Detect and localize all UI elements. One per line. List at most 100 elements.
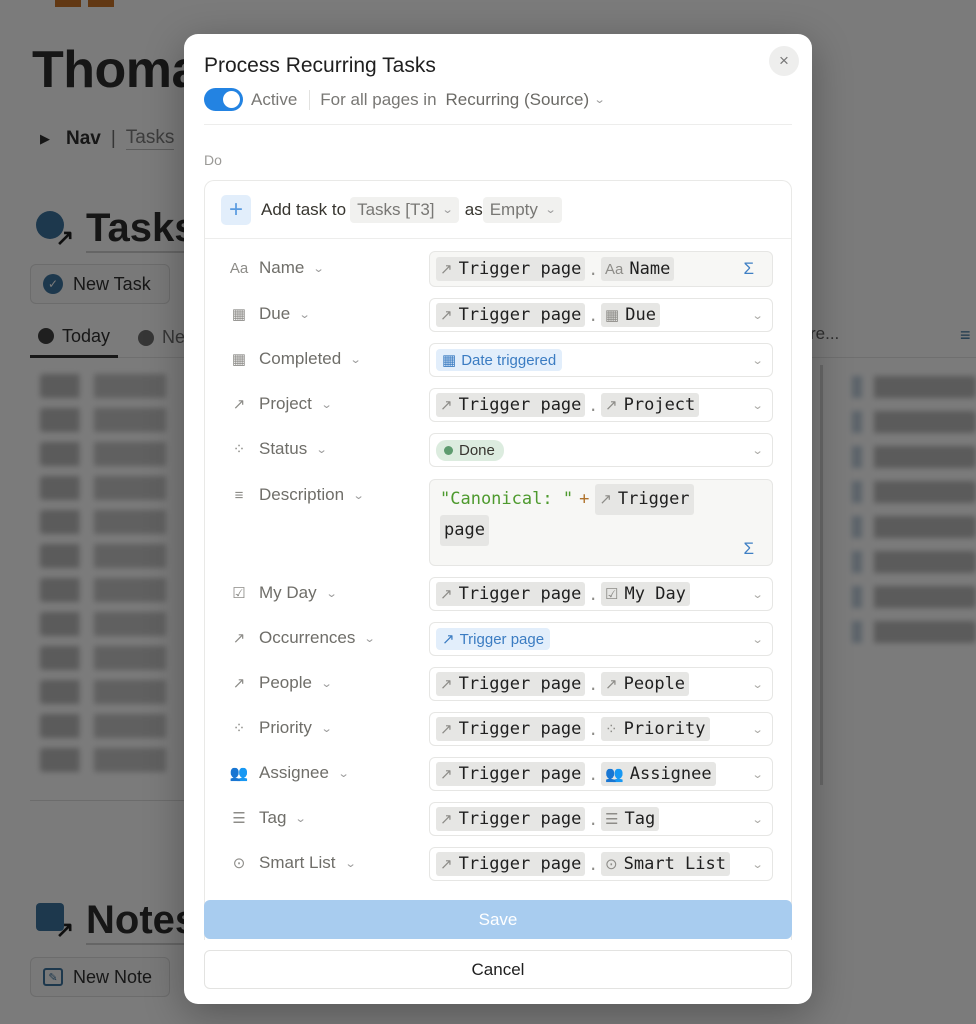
property-value-smart-list[interactable]: ↗ Trigger page. ⊙ Smart List ⌄ — [429, 847, 773, 881]
chevron-down-icon: ⌄ — [751, 399, 764, 412]
list-icon: ☰ — [605, 811, 619, 828]
property-value-tag[interactable]: ↗ Trigger page. ☰ Tag ⌄ — [429, 802, 773, 836]
property-value-description[interactable]: "Canonical: " + ↗ Trigger page Σ — [429, 479, 773, 566]
relation-icon: ↗ — [440, 766, 453, 783]
trigger-page-token: ↗ Trigger page — [436, 852, 586, 876]
property-label-people[interactable]: ↗ People ⌄ — [229, 673, 333, 693]
relation-icon: ↗ — [440, 811, 453, 828]
relation-icon: ↗ — [440, 586, 453, 603]
plus-icon: + — [228, 195, 243, 223]
status-dot-icon — [444, 445, 453, 455]
chevron-down-icon: ⌄ — [344, 857, 357, 870]
property-label-description[interactable]: ≡ Description ⌄ — [229, 485, 365, 505]
property-value-people[interactable]: ↗ Trigger page. ↗ People ⌄ — [429, 667, 773, 701]
calendar-icon: ▦ — [605, 307, 620, 324]
target-property-token: ⊙ Smart List — [601, 852, 730, 876]
target-property-label: Priority — [623, 719, 706, 739]
property-value-assignee[interactable]: ↗ Trigger page. 👥 Assignee ⌄ — [429, 757, 773, 791]
relation-icon: ↗ — [605, 397, 618, 414]
save-button[interactable]: Save — [204, 900, 792, 939]
trigger-page-token-label: Trigger page — [458, 259, 582, 279]
property-accessor-dot: . — [588, 259, 599, 279]
chevron-down-icon: ⌄ — [441, 204, 454, 216]
formula-operator: + — [579, 489, 590, 509]
property-value-status[interactable]: Done ⌄ — [429, 433, 773, 467]
property-name: People — [259, 673, 312, 692]
property-value-name[interactable]: ↗ Trigger page. Aa Name Σ — [429, 251, 773, 287]
target-property-token: ↗ Project — [601, 393, 700, 417]
target-property-token: ↗ People — [601, 672, 690, 696]
status-badge: Done — [436, 439, 504, 461]
chevron-down-icon: ⌄ — [325, 587, 338, 600]
chevron-down-icon: ⌄ — [593, 94, 606, 106]
automation-meta: Active For all pages in Recurring (Sourc… — [204, 88, 606, 111]
relation-icon: ↗ — [440, 397, 453, 414]
property-name: Tag — [259, 808, 287, 827]
action-header: + Add task to Tasks [T3] ⌄ as Empty ⌄ — [205, 181, 791, 239]
database-label: Tasks [T3] — [357, 199, 435, 219]
checkbox-icon: ☑ — [605, 586, 619, 603]
property-value-occurrences[interactable]: ↗ Trigger page ⌄ — [429, 622, 773, 656]
property-label-project[interactable]: ↗ Project ⌄ — [229, 394, 333, 414]
relation-icon: ↗ — [440, 856, 453, 873]
chevron-down-icon: ⌄ — [315, 443, 328, 456]
property-name: Name — [259, 258, 305, 277]
close-button[interactable]: × — [769, 46, 799, 76]
close-icon: × — [779, 51, 789, 70]
active-label: Active — [251, 89, 298, 109]
target-property-label: Smart List — [623, 854, 726, 874]
property-label-smart-list[interactable]: ⊙ Smart List ⌄ — [229, 853, 357, 873]
property-label-name[interactable]: Aa Name ⌄ — [229, 258, 325, 278]
trigger-page-token-label: Trigger page — [458, 854, 582, 874]
formula-sigma-icon[interactable]: Σ — [743, 259, 754, 279]
trigger-source-label: Recurring (Source) — [445, 89, 590, 109]
chevron-down-icon: ⌄ — [352, 489, 365, 502]
property-row-priority: ⁘ Priority ⌄ ↗ Trigger page. ⁘ Priority ⌄ — [205, 712, 791, 746]
people-icon: 👥 — [229, 765, 249, 782]
divider — [309, 89, 311, 110]
text-lines-icon: ≡ — [234, 486, 244, 504]
property-value-priority[interactable]: ↗ Trigger page. ⁘ Priority ⌄ — [429, 712, 773, 746]
property-label-priority[interactable]: ⁘ Priority ⌄ — [229, 718, 333, 738]
property-label-my-day[interactable]: ☑ My Day ⌄ — [229, 583, 338, 603]
formula-sigma-icon[interactable]: Σ — [743, 539, 754, 559]
property-name: Completed — [259, 349, 342, 368]
trigger-page-token: ↗ Trigger page — [436, 762, 586, 786]
target-property-label: Name — [629, 259, 671, 279]
template-dropdown[interactable]: Empty ⌄ — [482, 196, 563, 223]
property-row-tag: ☰ Tag ⌄ ↗ Trigger page. ☰ Tag ⌄ — [205, 802, 791, 836]
property-label-assignee[interactable]: 👥 Assignee ⌄ — [229, 763, 350, 783]
property-value-due[interactable]: ↗ Trigger page. ▦ Due ⌄ — [429, 298, 773, 332]
active-toggle[interactable] — [204, 88, 243, 111]
list-icon: ☰ — [232, 810, 246, 827]
property-label-status[interactable]: ⁘ Status ⌄ — [229, 439, 328, 459]
trigger-page-token: ↗ Trigger page — [436, 303, 586, 327]
property-value-my-day[interactable]: ↗ Trigger page. ☑ My Day ⌄ — [429, 577, 773, 611]
value-chip-label: Date triggered — [461, 351, 557, 369]
trigger-page-token-label: Trigger page — [458, 764, 582, 784]
property-label-occurrences[interactable]: ↗ Occurrences ⌄ — [229, 628, 376, 648]
property-label-due[interactable]: ▦ Due ⌄ — [229, 304, 311, 324]
property-value-project[interactable]: ↗ Trigger page. ↗ Project ⌄ — [429, 388, 773, 422]
add-action-button[interactable]: + — [221, 194, 251, 225]
property-value-completed[interactable]: ▦ Date triggered ⌄ — [429, 343, 773, 377]
trigger-source-dropdown[interactable]: Recurring (Source) ⌄ — [445, 89, 606, 110]
automation-modal: Process Recurring Tasks × Active For all… — [184, 34, 812, 1004]
property-label-completed[interactable]: ▦ Completed ⌄ — [229, 349, 362, 369]
target-property-label: Project — [623, 395, 696, 415]
property-row-name: Aa Name ⌄ ↗ Trigger page. Aa Name Σ — [205, 251, 791, 287]
property-label-tag[interactable]: ☰ Tag ⌄ — [229, 808, 307, 828]
property-name: Priority — [259, 718, 312, 737]
chevron-down-icon: ⌄ — [751, 813, 764, 826]
cancel-button[interactable]: Cancel — [204, 950, 792, 989]
trigger-page-token: ↗ Trigger page — [436, 257, 586, 281]
chevron-down-icon: ⌄ — [320, 398, 333, 411]
chevron-down-icon: ⌄ — [751, 354, 764, 367]
database-dropdown[interactable]: Tasks [T3] ⌄ — [350, 196, 459, 223]
property-accessor-dot: . — [588, 764, 599, 784]
relation-icon: ↗ — [232, 396, 246, 413]
status-icon: ⁘ — [232, 720, 246, 737]
property-name: Smart List — [259, 853, 336, 872]
property-row-my-day: ☑ My Day ⌄ ↗ Trigger page. ☑ My Day ⌄ — [205, 577, 791, 611]
relation-icon: ↗ — [440, 676, 453, 693]
